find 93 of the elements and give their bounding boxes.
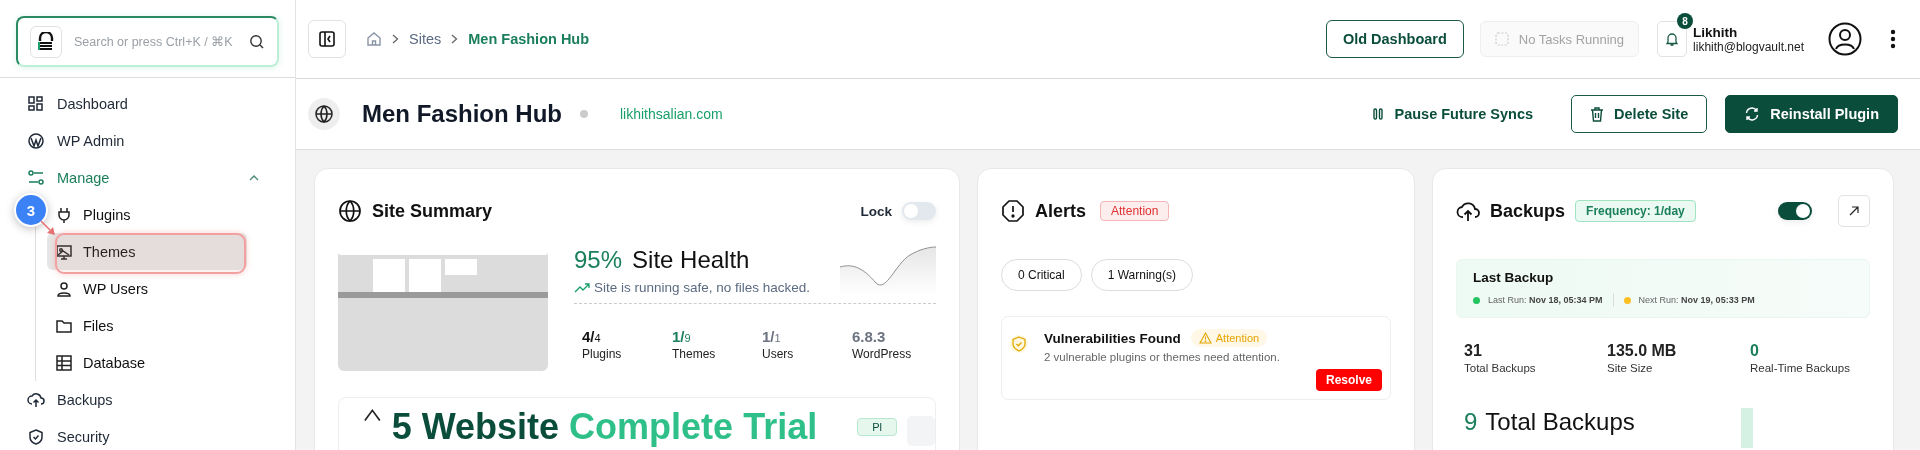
reinstall-plugin-button[interactable]: Reinstall Plugin [1725,95,1898,133]
stat-label: Themes [672,347,717,361]
trial-title: 5 Website Complete Trial [391,408,818,446]
globe-icon [338,199,362,223]
stat-value: 31 [1464,342,1483,360]
stat-value: 6.8.3 [852,328,887,346]
chart-bar [1740,408,1753,448]
stat-value: 135.0 MB [1607,342,1678,360]
cloud-upload-icon [1456,200,1480,222]
stat-label: Total Backups [1464,362,1537,374]
breadcrumb-link[interactable]: Men Fashion Hub [468,31,590,47]
panel-title: Last Backup [1473,270,1555,285]
search-input[interactable]: Search or press Ctrl+K / ⌘K [72,33,239,50]
nav-item[interactable]: Themes [47,233,247,270]
trend-up-icon [574,282,590,293]
sidebar-panel-icon [318,30,336,48]
bell-icon [1664,31,1681,47]
sidebar-toggle-button[interactable] [308,20,346,58]
pause-icon [1372,107,1385,121]
user-email: likhith@blogvault.net [1693,39,1804,54]
resolve-button[interactable]: Resolve [1315,369,1382,391]
warning-badge: Attention [1190,329,1268,347]
backup-toggle[interactable] [1778,202,1812,220]
user-name: Likhith [1693,24,1739,40]
health-label: Site Health [632,246,750,274]
nav-item[interactable]: Files [47,307,247,344]
total-count: 9 [1464,408,1478,436]
card-title: Alerts [1035,200,1087,222]
step-tooltip: 3 [14,193,48,227]
run-time: Next Run: Nov 19, 05:33 PM [1638,295,1755,305]
table-icon [55,353,73,372]
stat-label: Site Size [1607,362,1654,374]
lock-toggle[interactable] [902,202,936,220]
status-badge: Attention [1100,201,1170,221]
nav-item[interactable]: Database [47,344,247,381]
nav-item[interactable]: WP Users [47,270,247,307]
run-time: Last Run: Nov 18, 05:34 PM [1488,295,1603,305]
pause-syncs-button[interactable]: Pause Future Syncs [1354,95,1552,133]
shield-icon [1010,335,1028,353]
trash-icon [1590,106,1605,122]
chevron-icon [392,34,399,44]
avatar-icon[interactable] [1828,22,1862,56]
stat-value: 1/1 [762,328,782,346]
logo-icon [30,25,62,58]
alert-description: 2 vulnerable plugins or themes need attention. [1044,351,1281,363]
shield-icon [27,427,45,446]
stat-label: Plugins [582,347,623,361]
old-dashboard-button[interactable]: Old Dashboard [1325,20,1464,58]
chevron-icon [249,174,259,181]
nav-item[interactable]: WP Admin [27,122,265,159]
globe-icon [308,98,340,130]
nav-item[interactable]: Security [27,418,265,450]
monitor-icon [55,242,73,261]
total-label: Total Backups [1485,408,1635,436]
stat-value: 0 [1750,342,1760,360]
home-icon[interactable] [366,31,382,47]
stat-label: Users [762,347,795,361]
health-percent: 95% [574,246,623,274]
alert-icon [1001,199,1025,223]
frequency-badge: Frequency: 1/day [1575,200,1696,222]
pointer-arrow [40,220,56,236]
nav-item[interactable]: Backups [27,381,265,418]
breadcrumb-link[interactable]: Sites [409,31,442,47]
alert-title: Vulnerabilities Found [1044,330,1181,346]
notification-count: 8 [1677,13,1694,29]
search-bar[interactable]: Search or press Ctrl+K / ⌘K [16,16,279,67]
wp-icon [27,131,45,150]
status-dot [580,110,588,118]
backup-icon [27,390,45,409]
user-icon [55,279,73,298]
health-note: Site is running safe, no files hacked. [594,280,811,295]
chevron-icon [451,34,459,44]
stat-value: 1/9 [672,328,692,346]
stat-label: Real-Time Backups [1750,362,1851,374]
site-title: Men Fashion Hub [362,100,562,128]
card-title: Site Summary [372,200,493,222]
more-icon[interactable] [1890,29,1896,49]
plug-icon [55,205,73,224]
task-icon [1494,32,1509,46]
plan-badge: Pl [857,418,897,436]
nav-item[interactable]: Manage [27,159,265,196]
stat-value: 4/4 [582,328,602,346]
caret-icon [363,408,382,422]
stat-label: WordPress [852,347,913,361]
search-icon [249,33,265,50]
arrow-icon [1848,205,1860,217]
nav-item[interactable]: Dashboard [27,85,265,122]
open-external-button[interactable] [1838,195,1870,227]
nav-item[interactable]: Plugins [47,196,247,233]
card-title: Backups [1490,200,1566,222]
lock-label: Lock [860,203,892,219]
delete-site-button[interactable]: Delete Site [1571,95,1708,133]
refresh-icon [1744,106,1761,122]
